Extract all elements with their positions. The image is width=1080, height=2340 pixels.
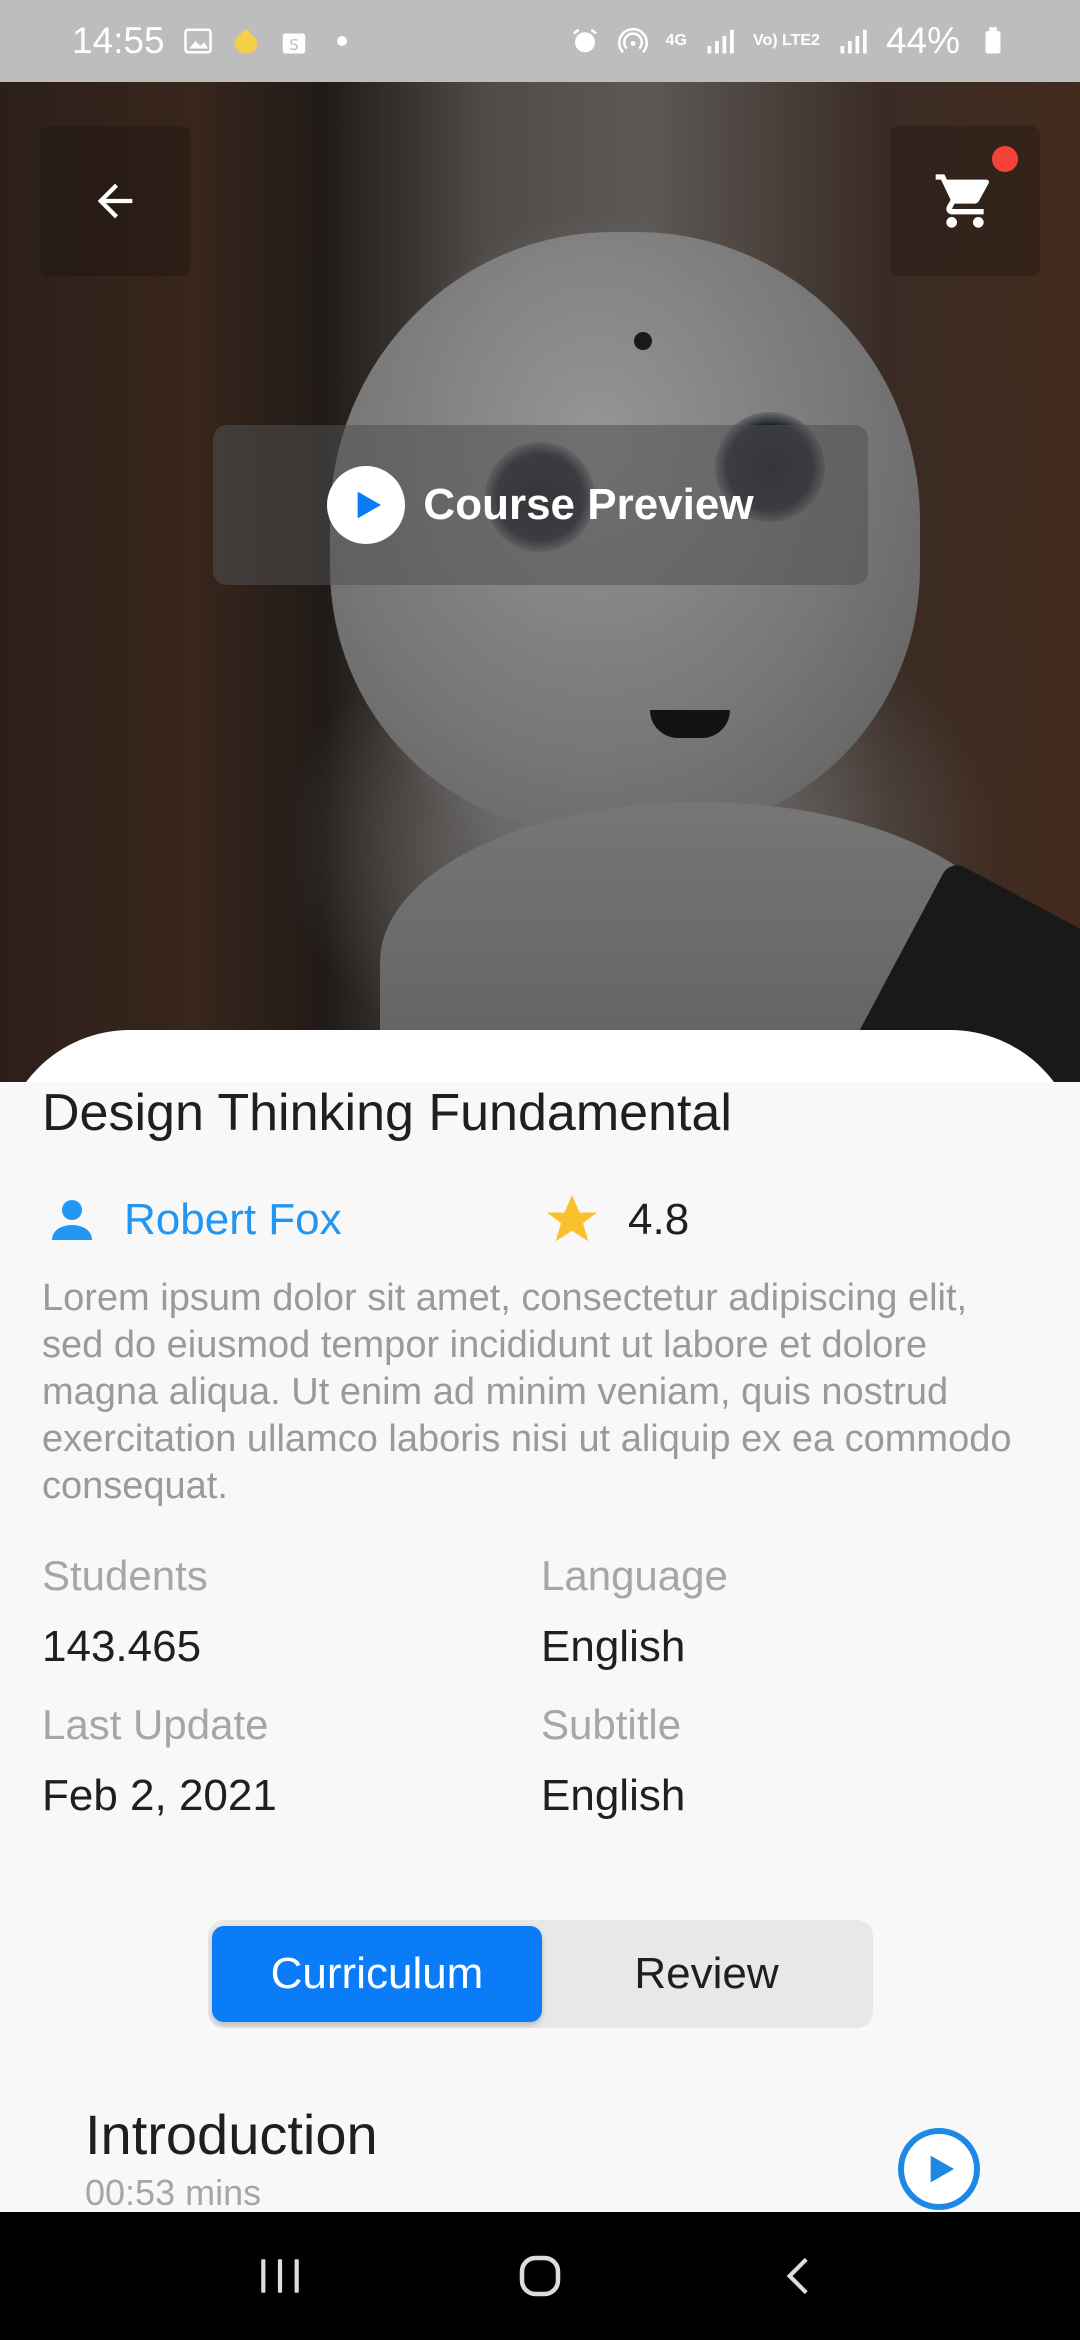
language-value: English	[541, 1622, 686, 1671]
author-name-link[interactable]: Robert Fox	[124, 1195, 342, 1245]
tab-curriculum[interactable]: Curriculum	[212, 1926, 542, 2022]
signal-icon-2	[840, 29, 867, 54]
lesson-title: Introduction	[85, 2103, 378, 2166]
network-volte-label: Vo) LTE2	[752, 32, 820, 49]
subtitle-label: Subtitle	[541, 1701, 682, 1748]
alarm-icon	[572, 28, 597, 53]
recent-apps-icon	[261, 2259, 299, 2293]
chevron-left-icon	[786, 2257, 808, 2295]
shopping-bag-icon: S	[282, 33, 305, 54]
last-update-value: Feb 2, 2021	[42, 1771, 277, 1820]
course-description: Lorem ipsum dolor sit amet, consectetur …	[42, 1277, 1012, 1507]
status-left: 14:55 S	[72, 20, 357, 62]
star-icon	[547, 1195, 597, 1242]
recent-apps-button[interactable]	[235, 2231, 325, 2321]
course-hero-image: Course Preview	[0, 82, 1080, 1082]
arrow-back-icon	[97, 183, 133, 219]
home-icon	[519, 2255, 561, 2297]
system-nav-bar	[0, 2212, 1080, 2340]
status-time: 14:55	[72, 20, 165, 61]
subtitle-value: English	[541, 1771, 686, 1820]
last-update-label: Last Update	[42, 1701, 269, 1748]
course-preview-label: Course Preview	[423, 480, 754, 529]
play-icon	[327, 466, 406, 544]
students-value: 143.465	[42, 1622, 202, 1671]
cart-badge	[992, 146, 1018, 172]
tab-review[interactable]: Review	[544, 1926, 869, 2022]
svg-text:S: S	[289, 36, 299, 54]
battery-icon	[985, 27, 1001, 54]
signal-icon	[707, 29, 734, 54]
cart-button[interactable]	[890, 126, 1040, 276]
dot-icon	[336, 36, 347, 46]
lesson-play-button[interactable]	[898, 2128, 980, 2210]
gallery-icon	[183, 28, 212, 54]
status-right: 4G Vo) LTE2 44%	[570, 20, 1008, 62]
rating-value: 4.8	[628, 1195, 690, 1244]
person-icon	[52, 1200, 92, 1240]
home-button[interactable]	[495, 2231, 585, 2321]
curriculum-review-toggle: Curriculum Review	[208, 1920, 873, 2028]
network-4g-label: 4G	[665, 32, 687, 49]
screen: 14:55 S 4G Vo) LTE2 44% Course Preview D…	[0, 0, 1080, 2340]
chick-icon	[234, 29, 257, 54]
content-sheet-top	[0, 1030, 1080, 1082]
author-row[interactable]: Robert Fox	[42, 1190, 342, 1250]
course-preview-button[interactable]: Course Preview	[213, 425, 868, 585]
language-label: Language	[541, 1552, 728, 1599]
hotspot-icon	[617, 27, 648, 54]
system-back-button[interactable]	[755, 2231, 845, 2321]
play-icon	[930, 2155, 954, 2183]
course-title: Design Thinking Fundamental	[42, 1084, 732, 1142]
back-button[interactable]	[40, 126, 190, 276]
rating-row: 4.8	[542, 1190, 689, 1250]
lesson-duration: 00:53 mins	[85, 2172, 262, 2213]
shopping-cart-icon	[935, 174, 989, 228]
status-bar: 14:55 S 4G Vo) LTE2 44%	[0, 0, 1080, 82]
students-label: Students	[42, 1552, 208, 1599]
battery-percent: 44%	[885, 20, 960, 61]
